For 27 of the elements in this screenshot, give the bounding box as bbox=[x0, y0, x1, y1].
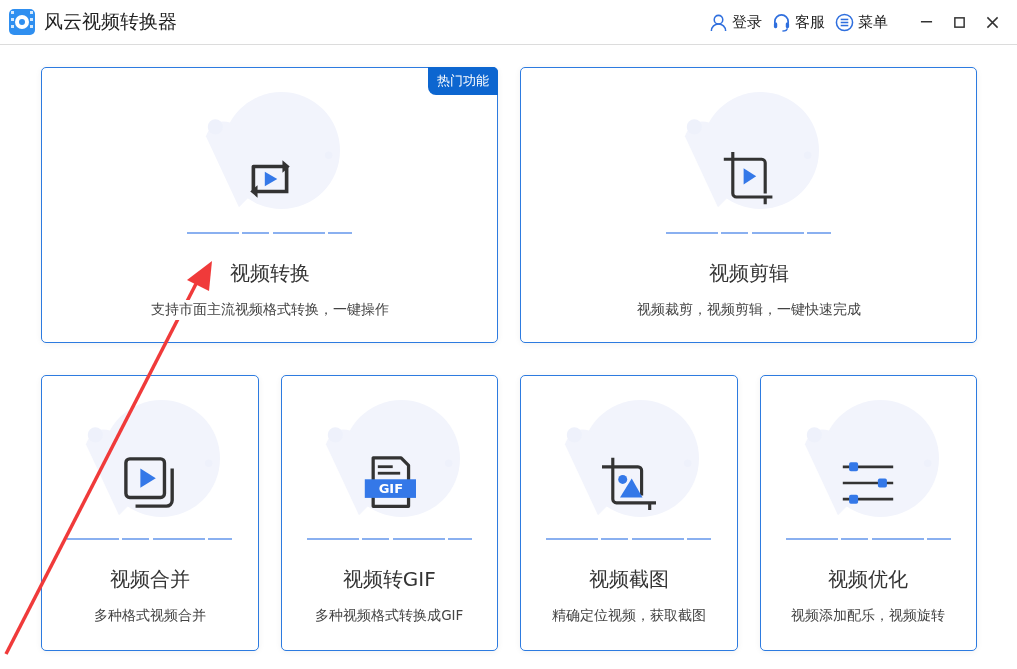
app-logo-icon bbox=[8, 8, 36, 36]
header-action-button[interactable]: 客服 bbox=[772, 12, 825, 32]
crop-image-icon bbox=[601, 456, 656, 510]
tool-card[interactable]: 视频截图 精确定位视频，获取截图 bbox=[520, 375, 738, 651]
menu-icon bbox=[835, 12, 854, 32]
tool-title: 视频转GIF bbox=[342, 566, 436, 593]
tool-card[interactable]: GIF 视频转GIF 多种视频格式转换成GIF bbox=[280, 375, 498, 651]
close-icon bbox=[986, 15, 999, 29]
header-action-button[interactable]: 登录 bbox=[709, 12, 762, 32]
header-action-button[interactable]: 菜单 bbox=[835, 12, 888, 32]
tool-card[interactable]: 视频优化 视频添加配乐，视频旋转 bbox=[759, 375, 977, 651]
window-title: 风云视频转换器 bbox=[44, 9, 177, 34]
feature-title: 视频转换 bbox=[229, 260, 310, 287]
stacked-play-icon bbox=[122, 456, 177, 510]
tool-card[interactable]: 视频合并 多种格式视频合并 bbox=[41, 375, 259, 651]
tool-title: 视频截图 bbox=[588, 566, 669, 593]
headset-icon bbox=[772, 12, 791, 32]
tool-title: 视频优化 bbox=[828, 566, 909, 593]
user-icon bbox=[709, 12, 728, 32]
feature-title: 视频剪辑 bbox=[708, 260, 789, 287]
minimize-icon bbox=[920, 21, 933, 23]
feature-description: 支持市面主流视频格式转换，一键操作 bbox=[148, 300, 391, 320]
tool-title: 视频合并 bbox=[109, 566, 190, 593]
maximize-icon bbox=[953, 15, 966, 29]
hot-feature-badge: 热门功能 bbox=[428, 67, 498, 95]
feature-card[interactable]: 热门功能 视频转换 支持市面主流视频格式转换，一键操作 bbox=[41, 67, 498, 343]
feature-card[interactable]: 视频剪辑 视频裁剪，视频剪辑，一键快速完成 bbox=[520, 67, 977, 343]
